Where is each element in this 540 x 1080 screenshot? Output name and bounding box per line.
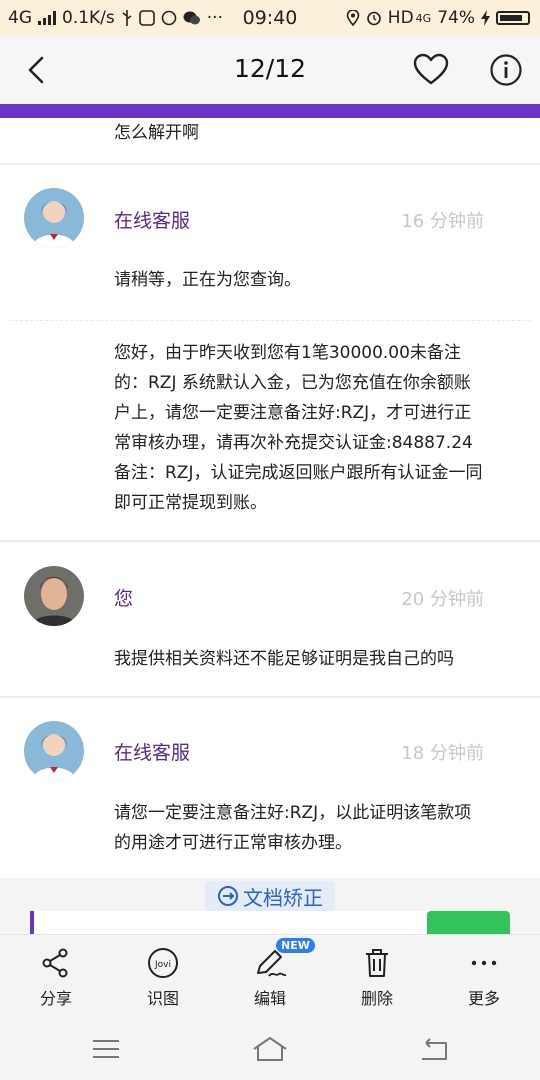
agent-avatar <box>24 721 84 781</box>
message-time: 16 分钟前 <box>401 211 484 232</box>
home-icon[interactable] <box>250 1032 290 1066</box>
sender-name: 在线客服 <box>114 210 191 232</box>
next-content-peek-button <box>427 911 510 934</box>
charging-icon <box>481 10 490 26</box>
info-icon[interactable] <box>489 53 523 87</box>
sender-name: 在线客服 <box>114 742 191 764</box>
doc-correct-button[interactable]: 文档矫正 <box>205 881 335 911</box>
message-text: 我提供相关资料还不能足够证明是我自己的吗 <box>114 649 454 669</box>
network-type-2: 4G <box>415 11 432 25</box>
trash-icon <box>366 949 388 977</box>
system-nav-bar <box>0 1016 540 1080</box>
message-divider <box>0 540 540 542</box>
status-bar: 4G 0.1K/s ··· 09:40 HD 4G 74% <box>0 0 540 36</box>
message-time: 18 分钟前 <box>401 743 484 764</box>
share-button[interactable]: 分享 <box>2 935 110 1017</box>
alarm-icon <box>366 11 381 26</box>
location-icon <box>346 10 360 26</box>
new-badge: NEW <box>276 938 315 953</box>
favorite-heart-icon[interactable] <box>412 52 450 88</box>
page-counter: 12/12 <box>233 54 307 83</box>
sender-name: 您 <box>114 588 134 610</box>
chat-screenshot: 怎么解开啊 在线客服 16 分钟前 请稍等，正在为您查询。 您好，由于昨天收到您… <box>0 118 540 878</box>
doc-correct-label: 文档矫正 <box>243 885 323 910</box>
back-nav-icon[interactable] <box>414 1032 454 1066</box>
more-button[interactable]: 更多 <box>430 935 538 1017</box>
message-time: 20 分钟前 <box>401 589 484 610</box>
doc-correct-bar: 文档矫正 <box>0 878 540 934</box>
battery-percent: 74% <box>437 8 475 28</box>
menu-icon[interactable] <box>86 1032 126 1066</box>
more-dots-icon <box>471 960 497 966</box>
status-right: HD 4G 74% <box>346 8 530 28</box>
user-avatar <box>24 566 84 626</box>
bottom-toolbar: 分享 Jovi 识图 NEW 编辑 删除 更多 <box>0 934 540 1016</box>
jovi-icon-text: Jovi <box>154 960 171 970</box>
battery-icon <box>496 11 530 25</box>
agent-avatar <box>24 188 84 248</box>
previous-message-tail: 怎么解开啊 <box>114 123 199 143</box>
delete-button[interactable]: 删除 <box>323 935 431 1017</box>
hd-indicator: HD <box>387 8 414 28</box>
message-text: 您好，由于昨天收到您有1笔30000.00未备注的：RZJ 系统默认入金，已为您… <box>114 343 483 513</box>
doc-correct-icon <box>218 886 238 906</box>
more-label: 更多 <box>467 989 500 1008</box>
message-text: 请稍等，正在为您查询。 <box>114 270 301 290</box>
recognize-button[interactable]: Jovi 识图 <box>109 935 217 1017</box>
message-divider <box>0 163 540 165</box>
share-icon <box>42 948 68 978</box>
share-label: 分享 <box>39 989 72 1008</box>
top-bar: 12/12 <box>0 36 540 105</box>
message-divider <box>0 696 540 698</box>
delete-label: 删除 <box>360 989 393 1008</box>
message-dashed-divider <box>10 320 530 321</box>
message-text: 请您一定要注意备注好:RZJ，以此证明该笔款项的用途才可进行正常审核办理。 <box>114 803 472 853</box>
edit-button[interactable]: NEW 编辑 <box>216 935 324 1017</box>
edit-label: 编辑 <box>253 989 286 1008</box>
recognize-label: 识图 <box>146 989 179 1008</box>
screenshot-frame-border <box>0 104 540 118</box>
jovi-icon: Jovi <box>148 948 178 978</box>
